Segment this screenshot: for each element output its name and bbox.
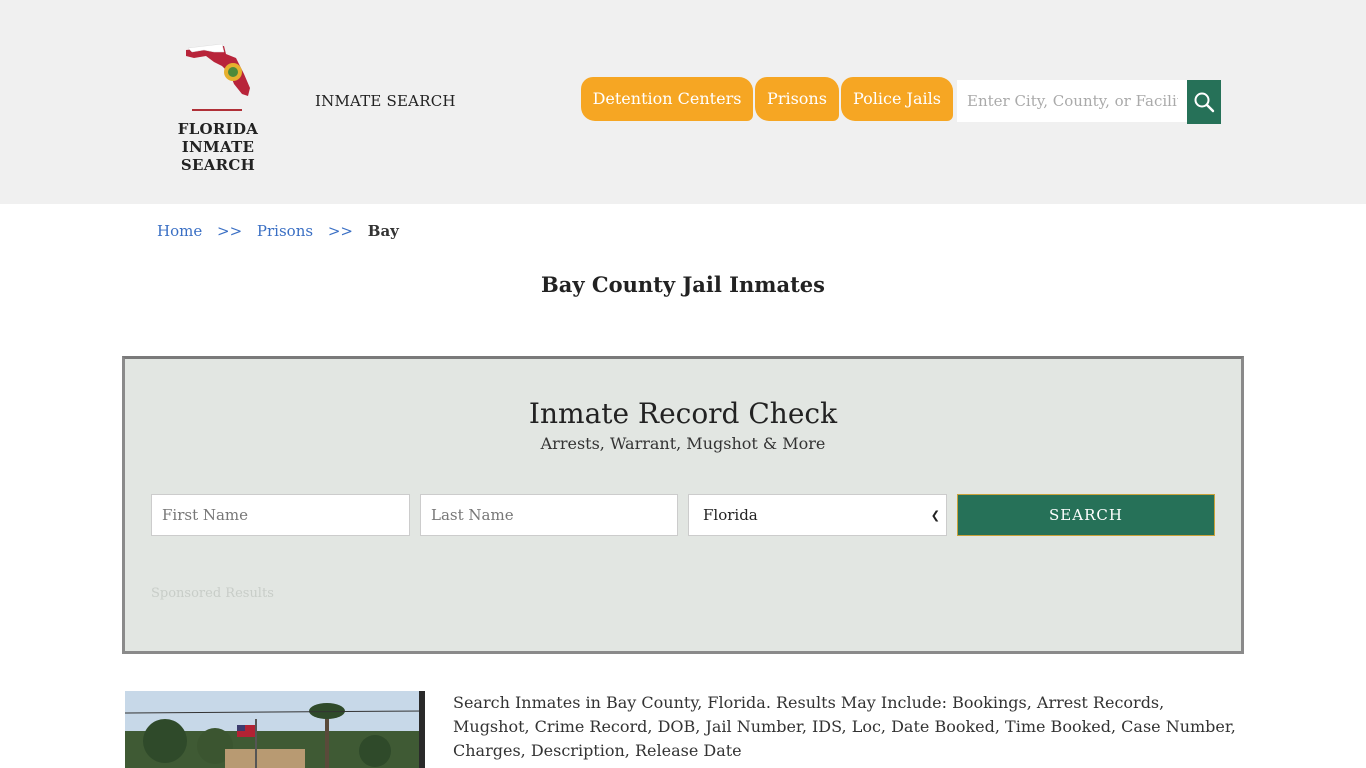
breadcrumb-prisons[interactable]: Prisons: [257, 222, 313, 240]
florida-map-icon: [186, 44, 250, 96]
first-name-field[interactable]: [151, 494, 410, 536]
state-select[interactable]: Florida ❮: [688, 494, 947, 536]
nav-police-jails[interactable]: Police Jails: [841, 77, 953, 121]
record-check-subtitle: Arrests, Warrant, Mugshot & More: [540, 434, 826, 453]
facility-search-input[interactable]: [957, 80, 1188, 122]
page-title: Bay County Jail Inmates: [541, 272, 825, 297]
search-icon: [1194, 92, 1215, 113]
logo-divider: [192, 109, 242, 111]
site-header: FLORIDA INMATE SEARCH INMATE SEARCH Dete…: [0, 0, 1366, 204]
breadcrumb-separator: >>: [327, 222, 353, 240]
breadcrumb-home[interactable]: Home: [157, 222, 202, 240]
chevron-down-icon: ❮: [930, 508, 940, 522]
record-check-title: Inmate Record Check: [528, 397, 838, 430]
state-select-value: Florida: [703, 506, 758, 524]
sponsored-results-label: Sponsored Results: [151, 586, 274, 601]
logo-line-2: INMATE SEARCH: [180, 138, 256, 174]
site-title-link[interactable]: INMATE SEARCH: [315, 92, 456, 110]
inmate-record-check-panel: Inmate Record Check Arrests, Warrant, Mu…: [122, 356, 1244, 654]
last-name-field[interactable]: [420, 494, 678, 536]
nav-detention-centers[interactable]: Detention Centers: [581, 77, 753, 121]
logo-text: FLORIDA INMATE SEARCH: [148, 120, 288, 174]
nav-prisons[interactable]: Prisons: [755, 77, 839, 121]
facility-search-button[interactable]: [1187, 80, 1221, 124]
jail-building-photo: [125, 691, 425, 768]
county-description: Search Inmates in Bay County, Florida. R…: [453, 693, 1236, 760]
site-logo[interactable]: FLORIDA INMATE SEARCH: [148, 44, 288, 174]
breadcrumb-separator: >>: [217, 222, 243, 240]
building-image: [125, 691, 425, 768]
breadcrumb-current: Bay: [367, 222, 399, 240]
logo-line-1: FLORIDA: [177, 120, 259, 138]
record-search-button[interactable]: SEARCH: [957, 494, 1215, 536]
breadcrumb: Home >> Prisons >> Bay: [157, 222, 399, 240]
